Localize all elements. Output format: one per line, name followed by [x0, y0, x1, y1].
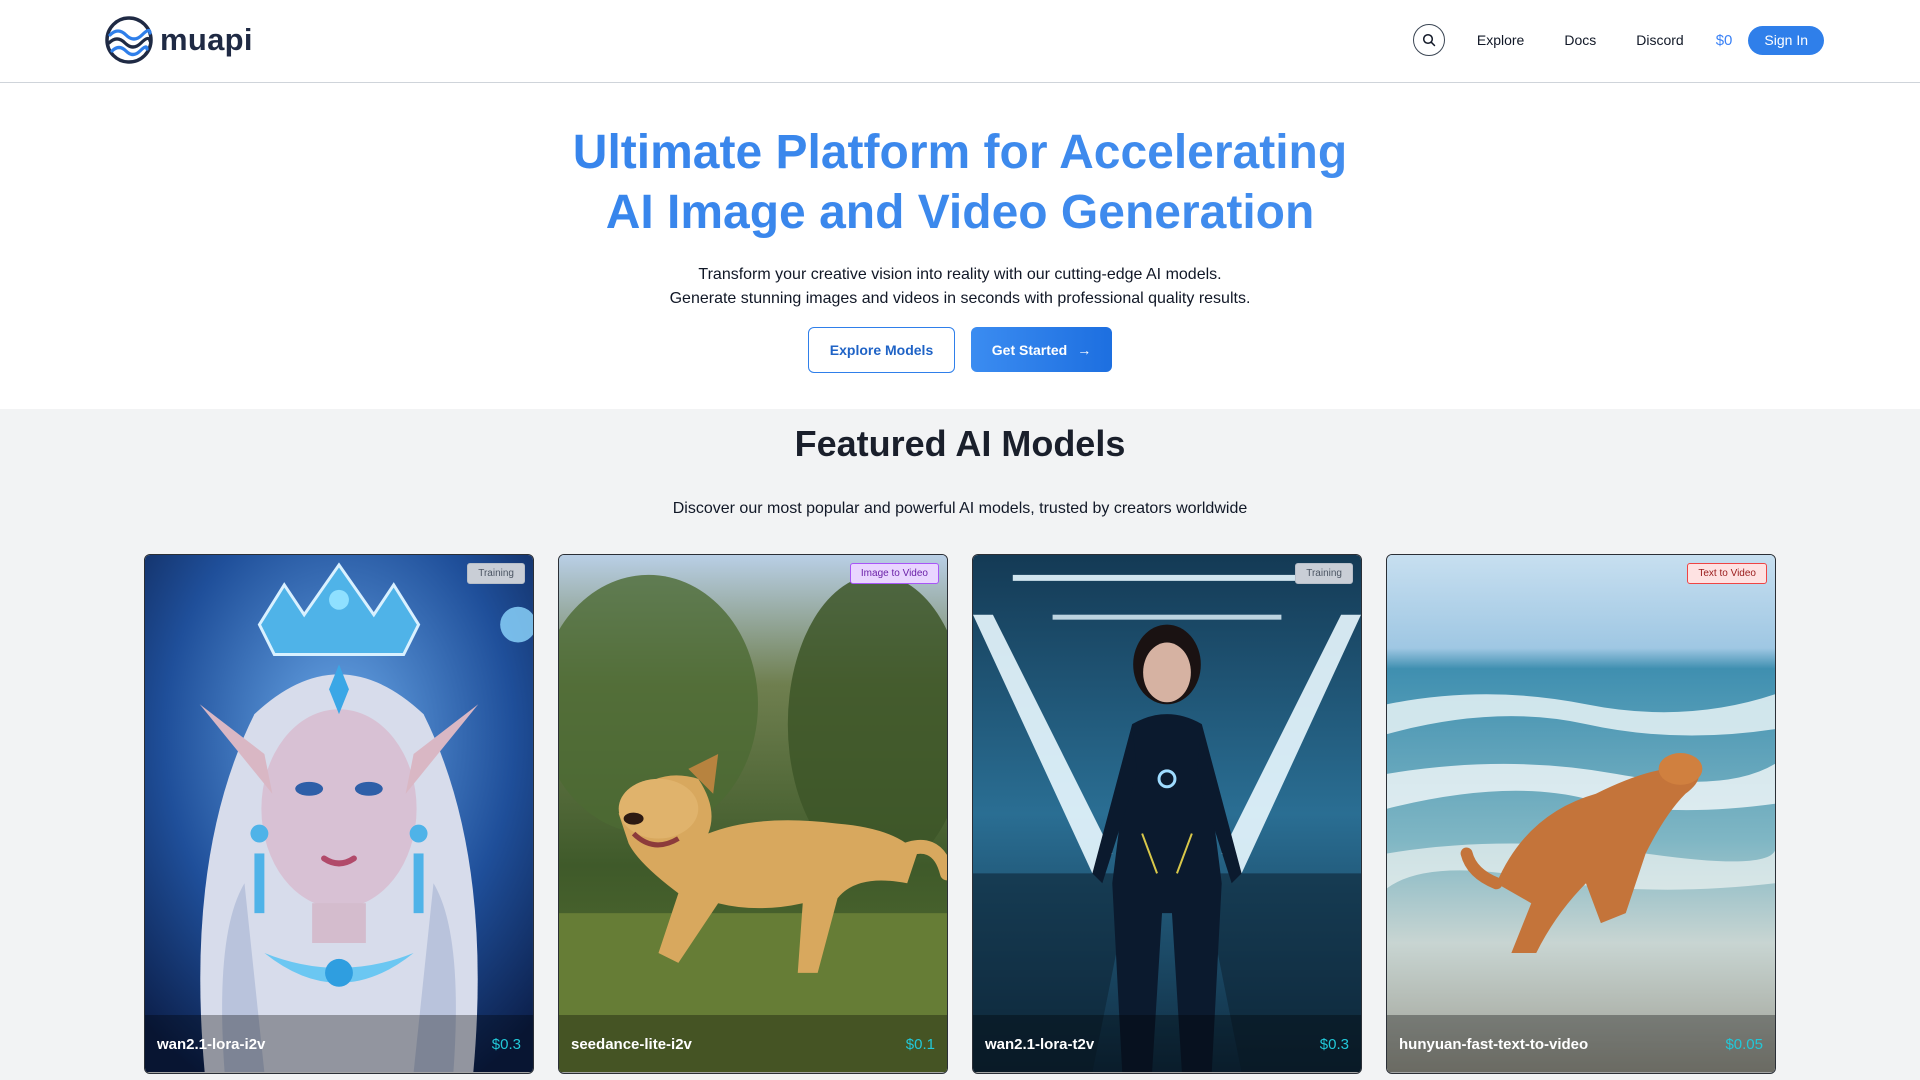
get-started-label: Get Started	[991, 341, 1068, 358]
card-footer: hunyuan-fast-text-to-video $0.05	[1387, 1015, 1775, 1073]
hero-section: Ultimate Platform for Accelerating AI Im…	[0, 84, 1920, 409]
sign-in-button[interactable]: Sign In	[1748, 25, 1824, 55]
get-started-button[interactable]: Get Started →	[971, 327, 1112, 372]
model-cards-grid: Training wan2.1-lora-i2v $0.3 Image to V…	[144, 554, 1776, 1074]
model-name: wan2.1-lora-i2v	[157, 1035, 266, 1053]
featured-title: Featured AI Models	[794, 423, 1126, 464]
hero-actions: Explore Models Get Started →	[0, 327, 1920, 373]
beach-dog-image	[1387, 555, 1775, 1073]
model-card[interactable]: Training wan2.1-lora-i2v $0.3	[144, 554, 534, 1074]
card-footer: wan2.1-lora-i2v $0.3	[145, 1015, 533, 1073]
elf-queen-image	[145, 555, 533, 1073]
hero-title: Ultimate Platform for Accelerating AI Im…	[0, 123, 1920, 243]
training-badge: Training	[1295, 563, 1353, 584]
card-footer: seedance-lite-i2v $0.1	[559, 1015, 947, 1073]
training-badge: Training	[467, 563, 525, 584]
top-navigation-bar: muapi Explore Docs Discord $0 Sign In	[0, 0, 1920, 83]
sci-fi-woman-image	[973, 555, 1361, 1073]
brand-name: muapi	[160, 22, 253, 57]
model-price: $0.3	[491, 1035, 521, 1053]
card-footer: wan2.1-lora-t2v $0.3	[973, 1015, 1361, 1073]
credit-balance[interactable]: $0	[1716, 32, 1733, 49]
model-card[interactable]: Training wan2.1-lora-t2v $0.3	[972, 554, 1362, 1074]
wave-logo-icon	[105, 16, 153, 64]
nav-explore-link[interactable]: Explore	[1477, 32, 1524, 48]
featured-subtitle: Discover our most popular and powerful A…	[672, 500, 1248, 517]
golden-retriever-image	[559, 555, 947, 1073]
arrow-right-icon: →	[1077, 341, 1092, 358]
nav-discord-link[interactable]: Discord	[1636, 32, 1683, 48]
model-name: seedance-lite-i2v	[571, 1035, 692, 1053]
image-to-video-badge: Image to Video	[849, 563, 939, 584]
model-price: $0.05	[1725, 1035, 1763, 1053]
main-nav: Explore Docs Discord $0 Sign In	[1412, 24, 1824, 56]
hero-title-line-1: Ultimate Platform for Accelerating	[0, 123, 1920, 183]
hero-title-line-2: AI Image and Video Generation	[0, 183, 1920, 243]
explore-models-button[interactable]: Explore Models	[808, 327, 955, 373]
hero-subtitle: Transform your creative vision into real…	[0, 263, 1920, 311]
model-name: hunyuan-fast-text-to-video	[1399, 1035, 1589, 1053]
model-card[interactable]: Image to Video seedance-lite-i2v $0.1	[558, 554, 948, 1074]
search-button[interactable]	[1412, 24, 1445, 56]
hero-subtitle-line-2: Generate stunning images and videos in s…	[669, 290, 1251, 307]
hero-subtitle-line-1: Transform your creative vision into real…	[698, 266, 1222, 283]
model-name: wan2.1-lora-t2v	[985, 1035, 1095, 1053]
featured-models-section: Featured AI Models Discover our most pop…	[0, 409, 1920, 1080]
nav-docs-link[interactable]: Docs	[1564, 32, 1596, 48]
text-to-video-badge: Text to Video	[1687, 563, 1767, 584]
search-icon	[1422, 33, 1436, 47]
model-card[interactable]: Text to Video hunyuan-fast-text-to-video…	[1386, 554, 1776, 1074]
model-price: $0.1	[905, 1035, 935, 1053]
muapi-logo[interactable]: muapi	[104, 15, 253, 65]
model-price: $0.3	[1319, 1035, 1349, 1053]
